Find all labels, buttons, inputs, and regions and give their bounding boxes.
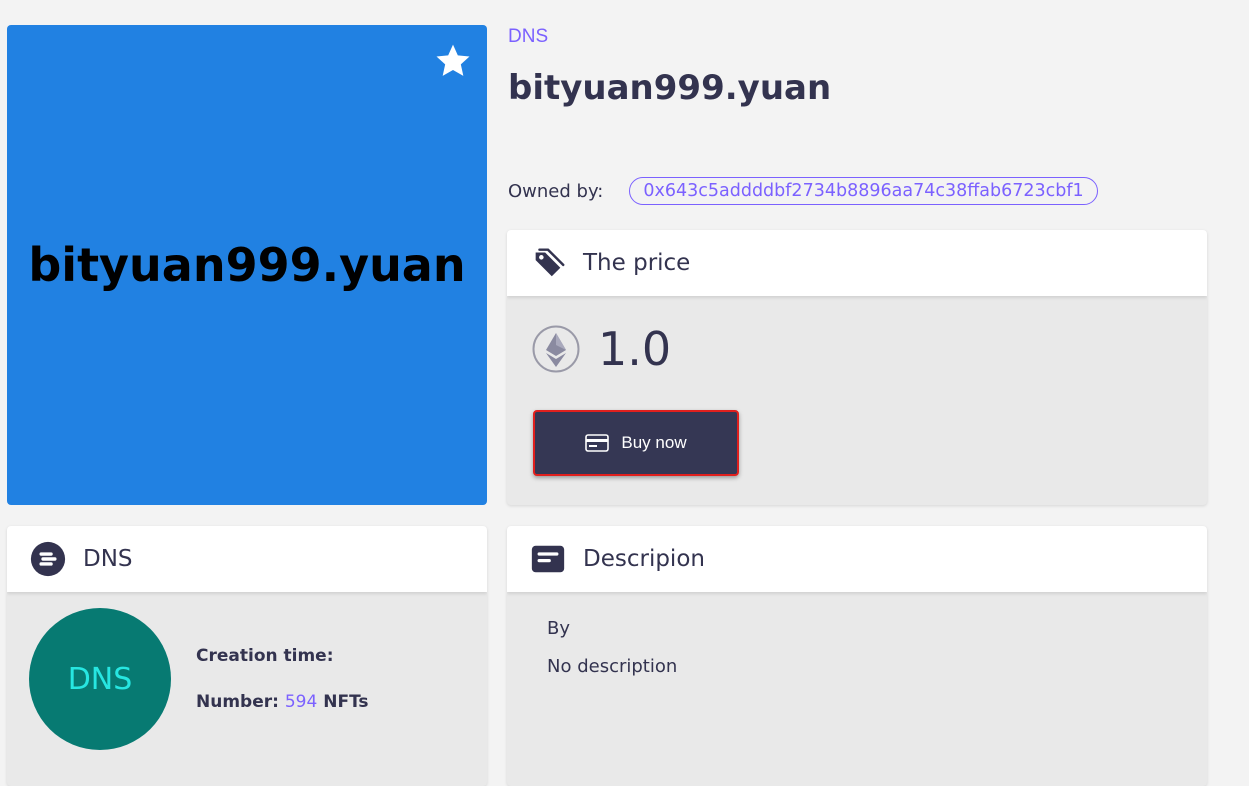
collection-logo-icon [30, 541, 66, 577]
buy-now-button[interactable]: Buy now [533, 410, 739, 476]
nft-count-unit: NFTs [323, 692, 369, 712]
collection-card-title: DNS [83, 546, 133, 572]
nft-count-value: 594 [284, 692, 318, 712]
description-card-body: By No description [507, 592, 1207, 786]
description-icon [531, 545, 565, 573]
nft-image-text: bityuan999.yuan [28, 238, 466, 292]
description-card: Descripion By No description [507, 526, 1207, 786]
creation-time-label: Creation time: [196, 646, 334, 666]
collection-card-body: DNS Creation time: Number: 594 NFTs [7, 592, 487, 786]
nft-count: Number: 594 NFTs [196, 692, 369, 712]
nft-count-label: Number: [196, 692, 279, 712]
collection-link[interactable]: DNS [508, 26, 548, 48]
description-card-header: Descripion [507, 526, 1207, 592]
price-card-title: The price [583, 250, 691, 276]
description-card-title: Descripion [583, 546, 705, 572]
nft-title: bityuan999.yuan [508, 68, 832, 108]
buy-now-label: Buy now [621, 433, 687, 452]
star-icon[interactable] [433, 41, 473, 81]
ethereum-icon [532, 325, 580, 373]
price-tag-icon [535, 248, 565, 277]
owner-row: Owned by: 0x643c5addddbf2734b8896aa74c38… [508, 177, 1098, 205]
nft-image[interactable]: bityuan999.yuan [7, 25, 487, 505]
collection-card: DNS DNS Creation time: Number: 594 NFTs [7, 526, 487, 786]
owner-address-link[interactable]: 0x643c5addddbf2734b8896aa74c38ffab6723cb… [629, 177, 1098, 205]
price-value: 1.0 [598, 322, 672, 376]
credit-card-icon [585, 434, 610, 452]
price-card: The price 1.0 Buy now [507, 230, 1207, 505]
creation-time: Creation time: [196, 646, 334, 666]
description-text: No description [547, 656, 678, 677]
collection-avatar[interactable]: DNS [29, 608, 171, 750]
price-card-body: 1.0 Buy now [507, 296, 1207, 505]
owner-label: Owned by: [508, 180, 604, 202]
collection-card-header: DNS [7, 526, 487, 592]
description-author: By [547, 618, 571, 639]
price-card-header: The price [507, 230, 1207, 296]
collection-avatar-text: DNS [67, 661, 133, 697]
